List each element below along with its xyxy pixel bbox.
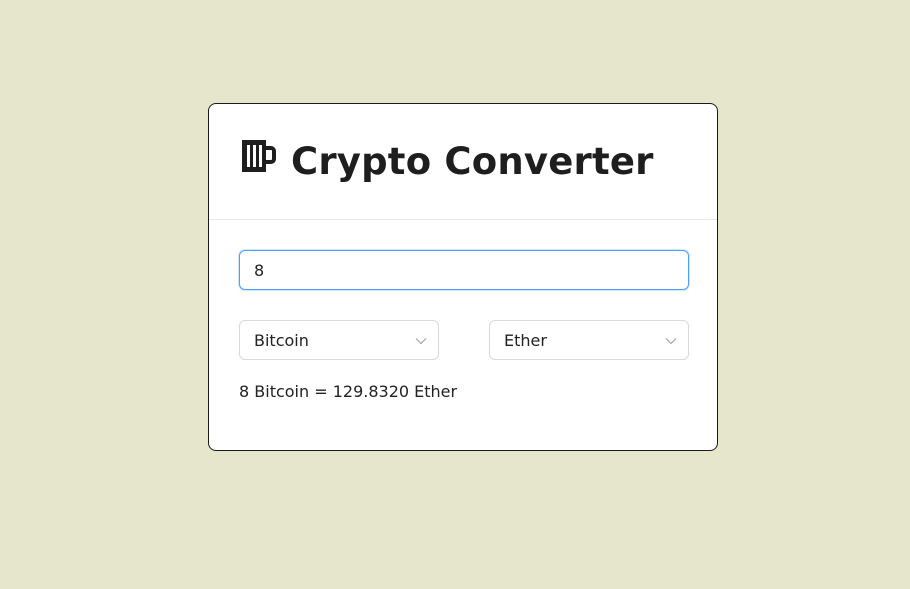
beer-mug-icon <box>240 136 278 176</box>
converter-card: Crypto Converter Bitcoin Ether <box>208 103 718 451</box>
amount-input[interactable] <box>239 250 689 290</box>
to-currency-value: Ether <box>504 330 547 350</box>
chevron-down-icon <box>664 333 678 347</box>
from-currency-select[interactable]: Bitcoin <box>239 320 439 360</box>
page-title: Crypto Converter <box>291 140 654 183</box>
card-header: Crypto Converter <box>209 104 717 220</box>
chevron-down-icon <box>414 333 428 347</box>
to-currency-select[interactable]: Ether <box>489 320 689 360</box>
from-currency-value: Bitcoin <box>254 330 309 350</box>
currency-selects: Bitcoin Ether <box>239 320 689 360</box>
conversion-result: 8 Bitcoin = 129.8320 Ether <box>239 382 458 401</box>
card-body: Bitcoin Ether 8 Bitcoin = 129.8320 Ether <box>209 220 717 401</box>
